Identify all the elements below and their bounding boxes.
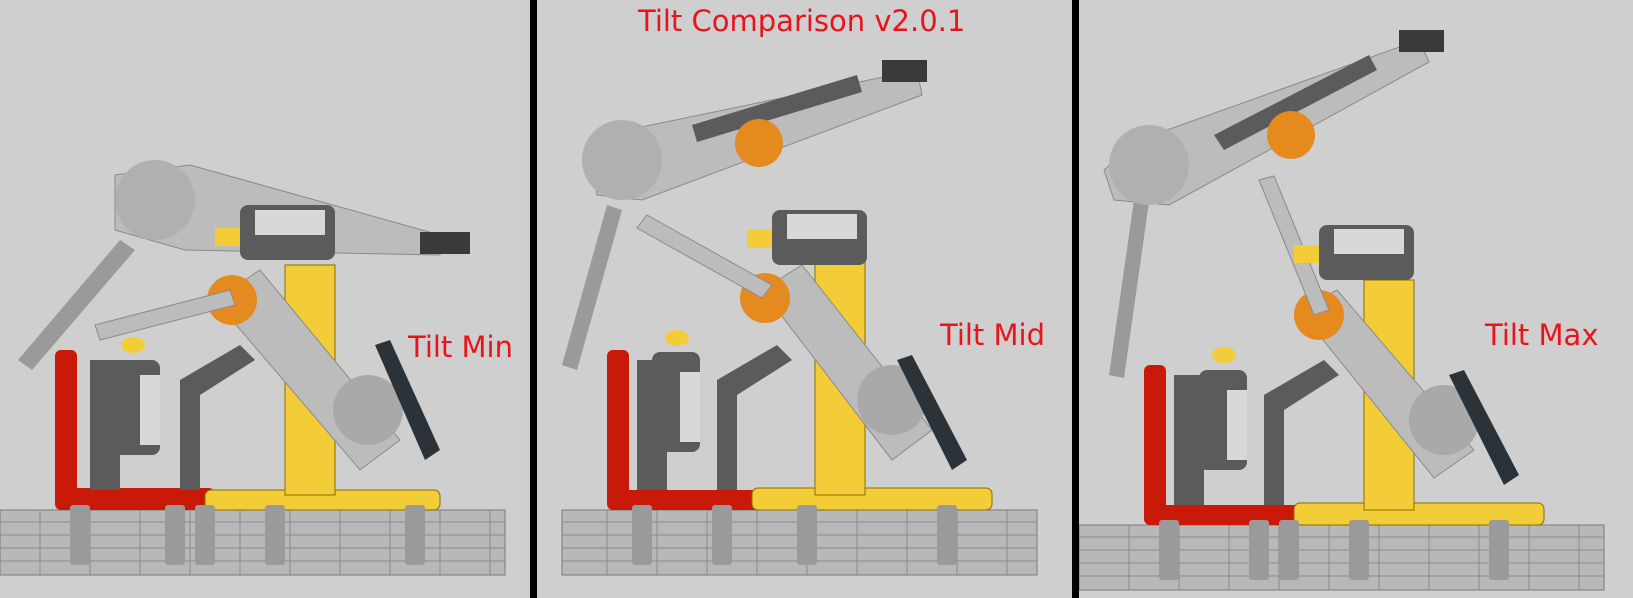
panel-label-tilt-max: Tilt Max — [1485, 318, 1599, 352]
page-title: Tilt Comparison v2.0.1 — [638, 4, 966, 38]
robot-model-tilt-max — [1079, 30, 1605, 591]
robot-model-tilt-min — [0, 160, 506, 576]
panel-label-tilt-mid: Tilt Mid — [940, 318, 1046, 352]
robot-model-tilt-mid — [561, 60, 1038, 576]
panel-divider-right — [1072, 0, 1079, 598]
grid-floor — [1079, 524, 1605, 591]
panel-divider-left — [530, 0, 537, 598]
panel-label-tilt-min: Tilt Min — [408, 330, 513, 364]
panel-tilt-min: Tilt Min — [0, 0, 530, 598]
panel-tilt-max: Tilt Max — [1079, 0, 1633, 598]
panel-tilt-mid: Tilt Mid — [537, 0, 1072, 598]
